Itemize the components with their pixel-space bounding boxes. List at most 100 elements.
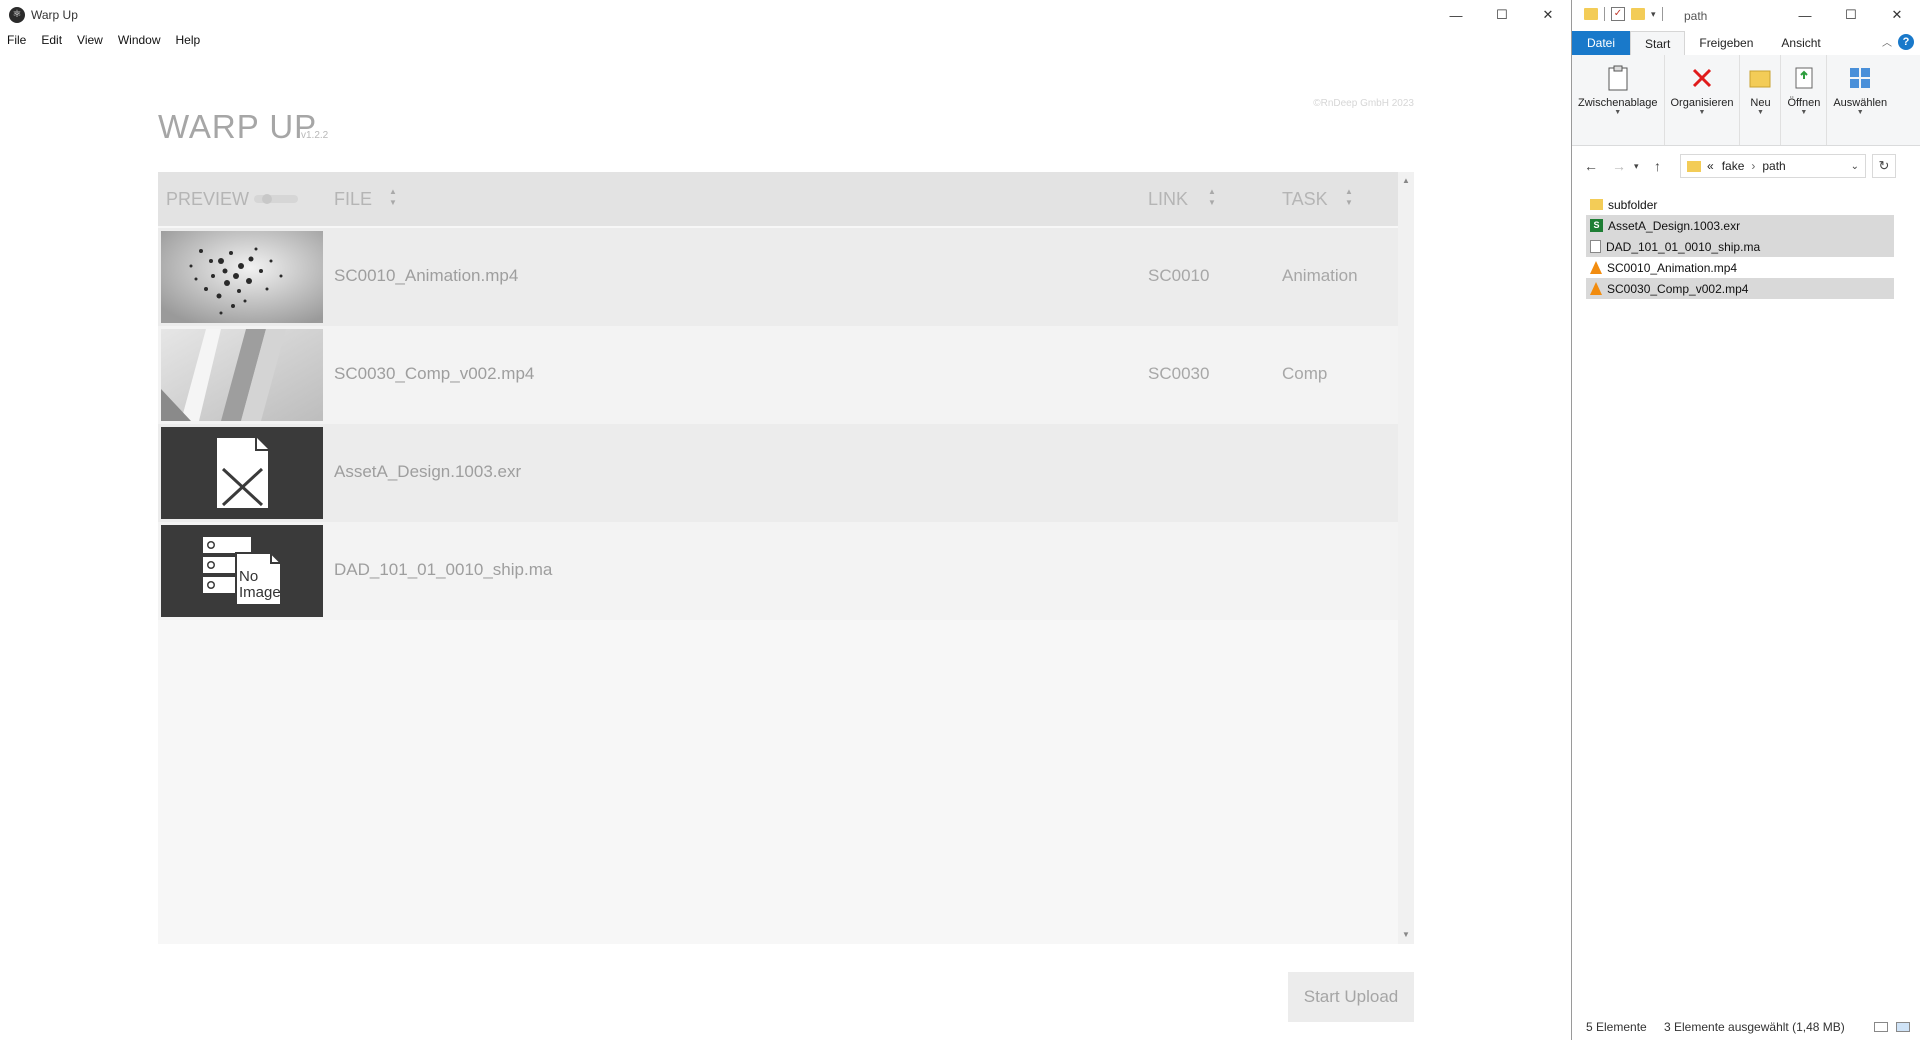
list-item[interactable]: SC0010_Animation.mp4 [1586, 257, 1894, 278]
tab-datei[interactable]: Datei [1572, 31, 1631, 55]
app-title: WARP UP [158, 108, 318, 145]
maximize-button[interactable]: ☐ [1479, 0, 1525, 30]
open-group[interactable]: Öffnen ▼ [1781, 55, 1828, 145]
clipboard-label: Zwischenablage [1578, 97, 1658, 109]
table-row[interactable]: No Image DAD_101_01_0010_ship.ma [158, 522, 1398, 620]
new-folder-icon[interactable] [1631, 8, 1645, 20]
maximize-button[interactable]: ☐ [1828, 0, 1874, 30]
task-sort-icon[interactable]: ▲ ▼ [1344, 186, 1354, 208]
app-logo-icon: ⚛ [9, 7, 25, 23]
tab-start[interactable]: Start [1630, 31, 1686, 56]
new-group[interactable]: Neu ▼ [1740, 55, 1782, 145]
address-field[interactable]: « fake › path ⌄ [1680, 154, 1866, 178]
menu-window[interactable]: Window [111, 31, 169, 51]
chevron-down-icon: ▼ [1800, 109, 1808, 116]
table-row[interactable]: SC0010_Animation.mp4 SC0010 Animation [158, 228, 1398, 326]
file-explorer-window: ✓ ▾ path — ☐ ✕ Datei Start Freigeben Ans… [1572, 0, 1920, 1040]
list-item-label: SC0030_Comp_v002.mp4 [1607, 281, 1749, 296]
no-image-label-line1: No [239, 568, 259, 585]
vlc-icon [1590, 261, 1602, 274]
clipboard-group[interactable]: Zwischenablage ▼ [1572, 55, 1665, 145]
broken-image-thumbnail [161, 427, 323, 519]
organize-label: Organisieren [1670, 97, 1734, 109]
minimize-button[interactable]: — [1782, 0, 1828, 30]
separator [1661, 7, 1663, 21]
close-button[interactable]: ✕ [1874, 0, 1920, 30]
task-value[interactable]: Comp [1282, 364, 1327, 384]
properties-icon[interactable]: ✓ [1611, 7, 1625, 21]
start-upload-button[interactable]: Start Upload [1288, 972, 1414, 1022]
menu-help[interactable]: Help [169, 31, 209, 51]
link-sort-icon[interactable]: ▲ ▼ [1207, 186, 1217, 208]
delete-x-icon [1688, 63, 1716, 93]
tab-freigeben[interactable]: Freigeben [1685, 31, 1767, 55]
chevron-down-icon: ▼ [1757, 109, 1764, 116]
quick-access-toolbar: ✓ ▾ path — ☐ ✕ [1572, 0, 1920, 30]
folder-icon [1590, 199, 1603, 210]
selection-info: 3 Elemente ausgewählt (1,48 MB) [1664, 1020, 1845, 1034]
menu-view[interactable]: View [70, 31, 111, 51]
recent-chevron-icon[interactable]: ▾ [1634, 161, 1639, 172]
tab-ansicht[interactable]: Ansicht [1767, 31, 1834, 55]
up-arrow-icon[interactable]: ↑ [1654, 158, 1661, 174]
list-item[interactable]: SC0030_Comp_v002.mp4 [1586, 278, 1894, 299]
collapse-ribbon-icon[interactable]: ︿ [1882, 34, 1892, 49]
large-icons-view-icon[interactable] [1896, 1022, 1910, 1032]
column-file[interactable]: FILE [334, 189, 372, 210]
folder-icon [1687, 160, 1701, 172]
vlc-icon [1590, 282, 1602, 295]
status-bar: 5 Elemente 3 Elemente ausgewählt (1,48 M… [1572, 1016, 1920, 1040]
organize-group[interactable]: Organisieren ▼ [1665, 55, 1741, 145]
table-header: PREVIEW FILE ▲ ▼ LINK ▲ ▼ TASK ▲ ▼ [158, 172, 1398, 226]
list-item-label: AssetA_Design.1003.exr [1608, 218, 1741, 233]
back-arrow-icon[interactable]: ← [1584, 158, 1598, 174]
address-overflow[interactable]: « [1707, 159, 1714, 173]
breadcrumb-separator-icon: › [1751, 159, 1756, 173]
link-value[interactable]: SC0030 [1148, 364, 1209, 384]
table-scrollbar[interactable]: ▲ ▼ [1398, 172, 1414, 944]
file-name: SC0030_Comp_v002.mp4 [334, 364, 535, 383]
address-dropdown-icon[interactable]: ⌄ [1851, 161, 1859, 172]
task-value[interactable]: Animation [1282, 266, 1358, 286]
table-row[interactable]: SC0030_Comp_v002.mp4 SC0030 Comp [158, 326, 1398, 424]
broken-file-icon [215, 436, 270, 510]
folder-icon [1584, 8, 1598, 20]
scroll-down-icon[interactable]: ▼ [1401, 930, 1411, 939]
refresh-icon[interactable]: ↻ [1872, 154, 1896, 178]
menu-file[interactable]: File [0, 31, 34, 51]
breadcrumb-fake[interactable]: fake [1722, 159, 1745, 173]
close-button[interactable]: ✕ [1525, 0, 1571, 30]
list-item[interactable]: subfolder [1586, 194, 1894, 215]
column-task[interactable]: TASK [1282, 189, 1328, 210]
preview-toggle[interactable] [254, 194, 298, 204]
forward-arrow-icon[interactable]: → [1612, 158, 1626, 174]
abstract-shapes-thumbnail [161, 329, 323, 421]
new-label: Neu [1750, 97, 1771, 109]
scroll-up-icon[interactable]: ▲ [1401, 176, 1411, 185]
file-sort-icon[interactable]: ▲ ▼ [388, 186, 398, 208]
minimize-button[interactable]: — [1433, 0, 1479, 30]
file-name: SC0010_Animation.mp4 [334, 266, 519, 285]
address-bar: ← → ▾ ↑ « fake › path ⌄ ↻ [1572, 150, 1920, 182]
menu-bar: File Edit View Window Help [0, 31, 208, 51]
details-view-icon[interactable] [1874, 1022, 1888, 1032]
column-preview[interactable]: PREVIEW [166, 189, 249, 210]
title-bar: ⚛ Warp Up — ☐ ✕ [0, 0, 1571, 30]
open-label: Öffnen [1787, 97, 1821, 109]
list-item[interactable]: DAD_101_01_0010_ship.ma [1586, 236, 1894, 257]
select-all-icon [1846, 63, 1874, 93]
ribbon-tabs: Datei Start Freigeben Ansicht [1572, 31, 1920, 56]
chevron-down-icon: ▼ [1698, 109, 1706, 116]
help-icon[interactable]: ? [1898, 34, 1914, 50]
customize-toolbar-icon[interactable]: ▾ [1651, 9, 1656, 20]
select-group[interactable]: Auswählen ▼ [1827, 55, 1893, 145]
explorer-title: path [1684, 9, 1708, 23]
table-row[interactable]: AssetA_Design.1003.exr [158, 424, 1398, 522]
list-item[interactable]: S AssetA_Design.1003.exr [1586, 215, 1894, 236]
column-link[interactable]: LINK [1148, 189, 1188, 210]
open-icon [1790, 63, 1818, 93]
menu-edit[interactable]: Edit [34, 31, 70, 51]
link-value[interactable]: SC0010 [1148, 266, 1209, 286]
window-title: Warp Up [31, 8, 78, 22]
breadcrumb-path[interactable]: path [1762, 159, 1785, 173]
